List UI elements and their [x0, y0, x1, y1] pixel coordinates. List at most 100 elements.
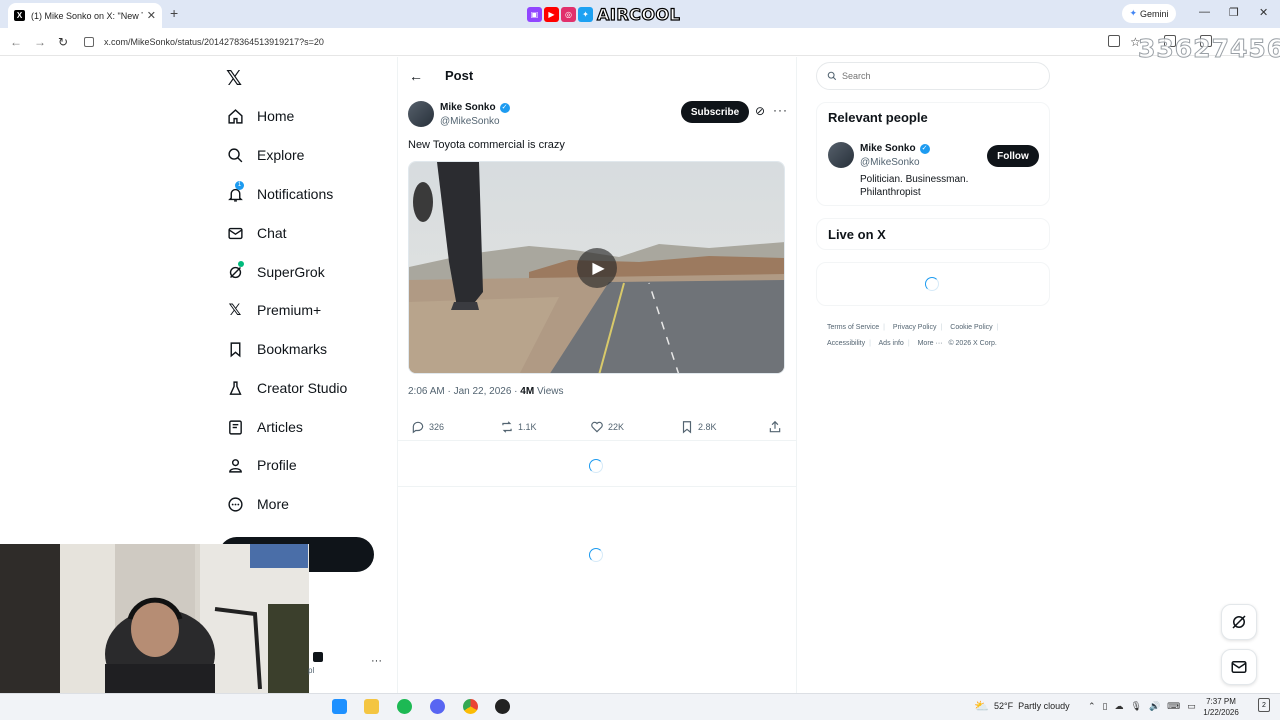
reload-icon[interactable]: ↻ — [58, 35, 68, 49]
nav-home-label: Home — [257, 108, 295, 124]
account-name-fragment: pl — [308, 666, 315, 675]
nav-articles[interactable]: Articles — [226, 413, 303, 441]
temperature-text: 52°F — [993, 701, 1014, 711]
back-arrow-button[interactable]: ← — [409, 68, 423, 84]
display-icon[interactable]: ▭ — [1187, 701, 1196, 712]
browser-tab[interactable]: X (1) Mike Sonko on X: "New Toyo ✕ — [8, 3, 162, 28]
new-tab-button[interactable]: + — [170, 5, 178, 21]
gemini-sparkle-icon: ✦ — [1129, 8, 1138, 18]
browser-tab-bar: X (1) Mike Sonko on X: "New Toyo ✕ + ▣ ▶… — [0, 0, 1280, 28]
grok-fab-button[interactable] — [1221, 604, 1257, 640]
repost-button[interactable]: 1.1K — [500, 418, 537, 436]
person-icon — [226, 456, 244, 474]
footer-separator: | — [869, 340, 871, 347]
share-icon — [769, 420, 781, 433]
nav-supergrok-label: SuperGrok — [257, 264, 325, 280]
footer-separator: | — [940, 324, 943, 331]
home-icon — [226, 107, 244, 125]
obs-icon[interactable] — [495, 699, 510, 714]
tray-chevron-icon[interactable]: ⌃ — [1088, 701, 1096, 712]
nav-more[interactable]: More — [226, 490, 289, 518]
footer-link-cookie[interactable]: Cookie Policy — [950, 324, 992, 331]
chrome-icon[interactable] — [463, 699, 478, 714]
footer-separator: | — [883, 324, 885, 331]
nav-premium[interactable]: 𝕏 Premium+ — [226, 296, 322, 324]
bookmark-button[interactable]: 2.8K — [680, 418, 717, 436]
url-field[interactable]: x.com/MikeSonko/status/20142783645139192… — [84, 32, 1084, 52]
tray-app-icon[interactable]: ▯ — [1103, 701, 1108, 712]
subscribe-button[interactable]: Subscribe — [681, 101, 749, 123]
site-info-icon[interactable] — [84, 37, 94, 47]
notification-badge: 1 — [235, 181, 244, 190]
footer-separator: | — [907, 340, 910, 347]
weather-widget[interactable]: ⛅ 52°F Partly cloudy — [974, 699, 1070, 713]
search-icon — [827, 71, 837, 81]
more-options-icon[interactable]: ··· — [773, 103, 788, 117]
like-button[interactable]: 22K — [590, 418, 624, 436]
footer-link-privacy[interactable]: Privacy Policy — [893, 324, 937, 331]
account-icon — [313, 652, 323, 662]
reply-button[interactable]: 326 — [411, 418, 444, 436]
nav-bookmarks[interactable]: Bookmarks — [226, 335, 327, 363]
nav-profile[interactable]: Profile — [226, 451, 297, 479]
author-handle[interactable]: @MikeSonko — [440, 116, 500, 127]
cloud-icon[interactable]: ☁ — [1115, 701, 1124, 712]
discord-icon[interactable] — [430, 699, 445, 714]
x-logo-icon[interactable]: 𝕏 — [226, 66, 242, 91]
grok-explain-icon[interactable]: ⊘ — [755, 104, 765, 118]
share-button[interactable] — [768, 418, 782, 436]
post-timestamp[interactable]: 2:06 AM · Jan 22, 2026 · — [408, 386, 520, 397]
reply-icon — [412, 421, 424, 434]
verified-badge-icon: ✓ — [919, 143, 930, 154]
bookmark-icon — [226, 340, 244, 358]
search-box[interactable] — [816, 62, 1050, 90]
nav-home[interactable]: Home — [226, 102, 294, 130]
stream-overlay-banner: ▣ ▶ ◎ ✦ AIRCOOL — [527, 4, 680, 25]
clock-date: 1/22/2026 — [1203, 708, 1239, 717]
install-app-icon[interactable] — [1108, 35, 1120, 47]
nav-supergrok[interactable]: SuperGrok — [226, 258, 325, 286]
footer-link-terms[interactable]: Terms of Service — [827, 324, 879, 331]
nav-notifications[interactable]: 1 Notifications — [226, 180, 333, 208]
window-minimize-icon[interactable]: — — [1199, 6, 1210, 18]
messages-fab-button[interactable] — [1221, 649, 1257, 685]
twitch-icon: ▣ — [527, 7, 542, 22]
footer-link-ads[interactable]: Ads info — [879, 340, 904, 347]
window-close-icon[interactable]: ✕ — [1259, 6, 1268, 19]
keyboard-icon[interactable]: ⌨ — [1167, 701, 1180, 712]
more-circle-icon — [226, 495, 244, 513]
follow-button[interactable]: Follow — [987, 145, 1039, 167]
window-restore-icon[interactable]: ❐ — [1229, 6, 1239, 19]
search-input[interactable] — [842, 71, 1022, 81]
volume-icon[interactable]: 🔊 — [1149, 701, 1160, 712]
footer-link-accessibility[interactable]: Accessibility — [827, 340, 865, 347]
play-button[interactable]: ▶ — [577, 248, 617, 288]
author-avatar[interactable] — [408, 101, 434, 127]
twitter-icon: ✦ — [578, 7, 593, 22]
system-tray[interactable]: ⌃ ▯ ☁ 🎙 🔊 ⌨ ▭ — [1088, 701, 1196, 712]
page-title: Post — [445, 68, 474, 83]
nav-explore[interactable]: Explore — [226, 141, 304, 169]
person-avatar[interactable] — [828, 142, 854, 168]
footer-link-more[interactable]: More ··· — [918, 340, 943, 347]
person-handle[interactable]: @MikeSonko — [860, 157, 920, 168]
flask-icon — [226, 379, 244, 397]
forward-arrow-icon[interactable]: → — [34, 35, 46, 49]
author-name[interactable]: Mike Sonko ✓ — [440, 102, 510, 113]
back-arrow-icon[interactable]: ← — [10, 35, 22, 49]
account-more-icon[interactable]: ··· — [371, 655, 382, 667]
spotify-icon[interactable] — [397, 699, 412, 714]
notification-center-icon[interactable]: 2 — [1258, 698, 1270, 712]
gemini-button[interactable]: ✦ Gemini — [1122, 4, 1176, 23]
nav-creator-studio[interactable]: Creator Studio — [226, 374, 347, 402]
store-app-icon[interactable] — [332, 699, 347, 714]
x-favicon-icon: X — [14, 10, 25, 21]
instagram-icon: ◎ — [561, 7, 576, 22]
file-explorer-icon[interactable] — [364, 699, 379, 714]
microphone-icon[interactable]: 🎙 — [1131, 701, 1142, 712]
tab-close-icon[interactable]: ✕ — [147, 9, 156, 22]
nav-more-label: More — [257, 496, 289, 512]
taskbar-clock[interactable]: 7:37 PM 1/22/2026 — [1196, 696, 1246, 718]
nav-chat[interactable]: Chat — [226, 219, 287, 247]
person-name[interactable]: Mike Sonko ✓ — [860, 143, 930, 154]
